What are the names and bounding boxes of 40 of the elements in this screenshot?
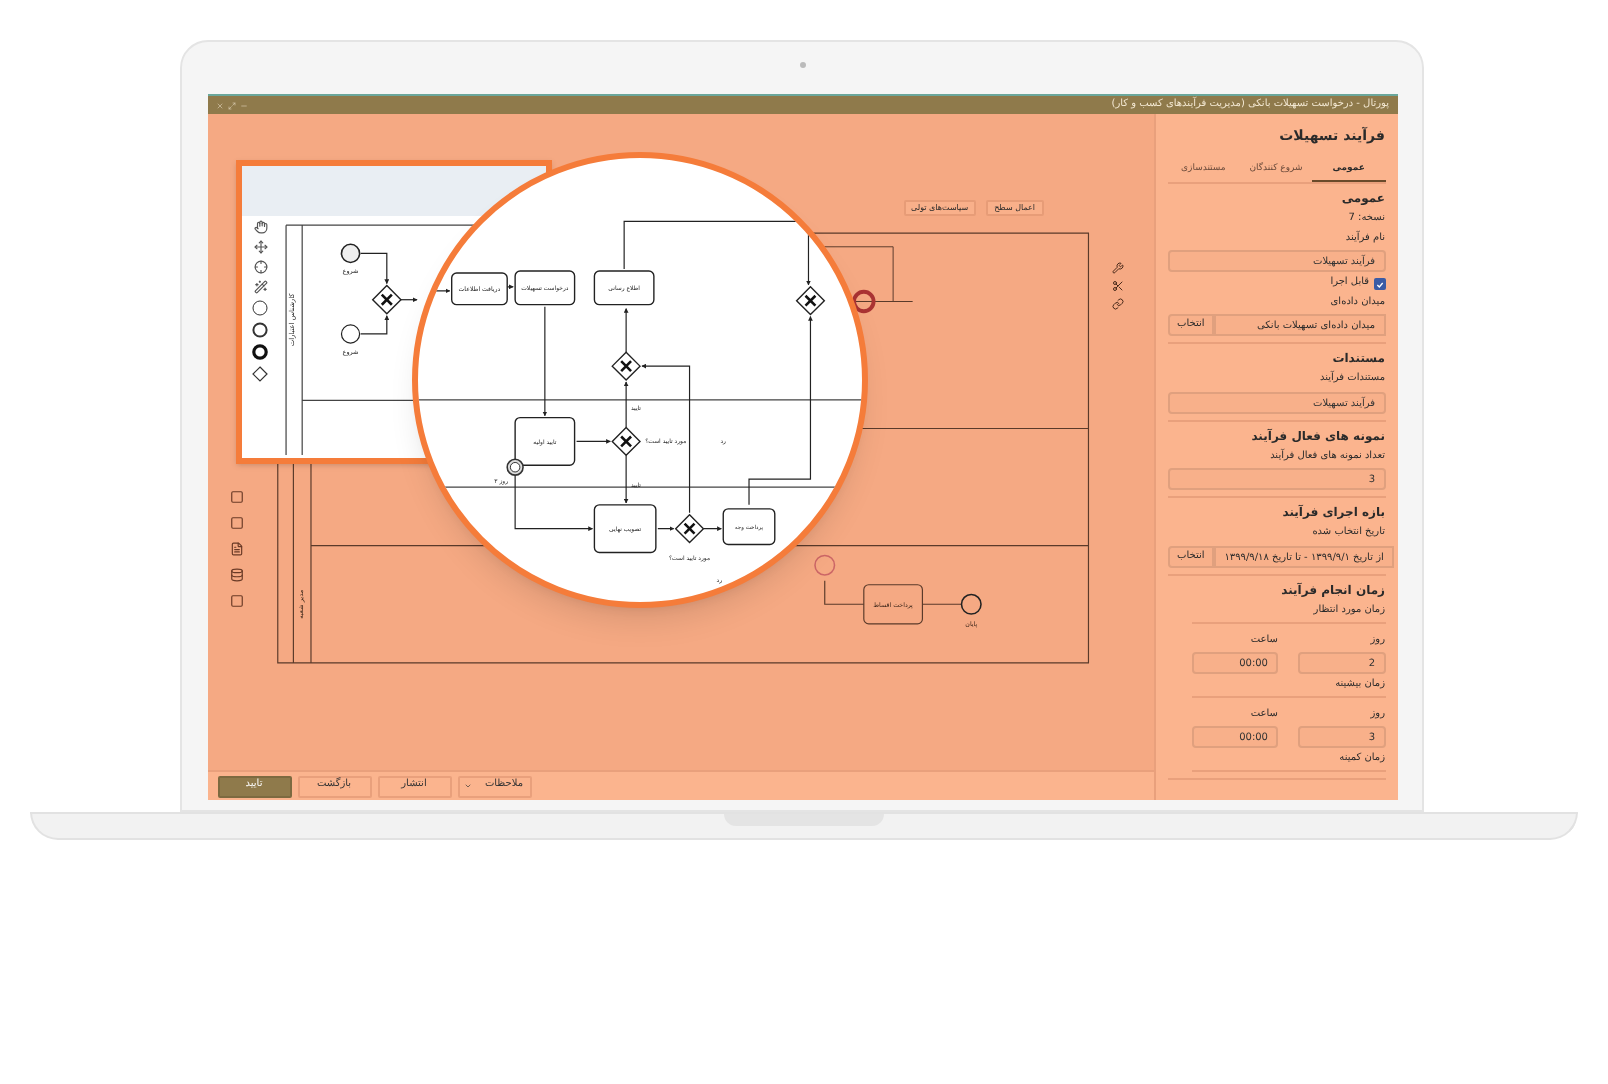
start-event-icon <box>340 324 361 344</box>
gateway-icon <box>611 426 641 457</box>
camera-icon <box>799 62 805 68</box>
bold-ring-icon[interactable] <box>252 344 268 360</box>
gateway-icon <box>795 285 826 316</box>
diamond-icon[interactable] <box>252 366 268 382</box>
square-icon[interactable] <box>230 516 244 530</box>
square-icon[interactable] <box>230 490 244 504</box>
hand-icon[interactable] <box>253 220 267 234</box>
flow-arrow <box>360 252 390 285</box>
checkbox[interactable] <box>1373 278 1385 290</box>
flow-arrow <box>506 284 514 290</box>
move-icon[interactable] <box>253 240 267 254</box>
gateway-icon <box>611 351 641 381</box>
flow-arrow <box>514 474 594 532</box>
ring-icon[interactable] <box>252 322 268 338</box>
flow-arrow <box>542 306 548 417</box>
flow-arrow <box>623 381 629 429</box>
start-event-icon <box>340 243 361 264</box>
flow-arrow <box>623 308 629 353</box>
timer-event-icon <box>506 458 524 476</box>
flow-arrow <box>575 439 611 444</box>
check-icon <box>1375 279 1383 289</box>
gateway-icon <box>674 513 705 544</box>
flow-arrow <box>400 297 418 303</box>
wand-icon[interactable] <box>253 280 267 294</box>
link-icon[interactable] <box>1111 298 1123 310</box>
end-event-icon <box>959 593 981 615</box>
gateway-icon <box>371 284 402 315</box>
flow-arrow <box>702 526 722 532</box>
scissors-icon[interactable] <box>1111 280 1123 292</box>
circle-icon[interactable] <box>252 300 268 316</box>
file-icon[interactable] <box>230 542 244 556</box>
flow-arrow <box>623 454 629 504</box>
crosshair-icon[interactable] <box>253 260 267 274</box>
square-icon[interactable] <box>230 594 244 608</box>
flow-arrow <box>657 526 675 532</box>
wrench-icon[interactable] <box>1111 262 1123 274</box>
flow-arrow <box>360 315 390 335</box>
database-icon[interactable] <box>230 568 244 582</box>
